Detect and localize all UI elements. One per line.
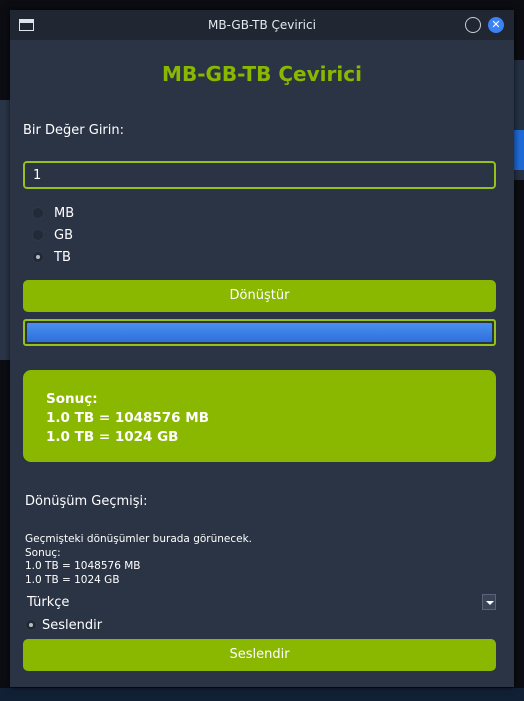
- minimize-button[interactable]: [465, 17, 481, 33]
- unit-radio-mb[interactable]: MB: [32, 205, 74, 221]
- close-icon: ✕: [491, 18, 501, 31]
- progress-bar: [23, 319, 496, 346]
- result-line-gb: 1.0 TB = 1024 GB: [46, 429, 179, 445]
- speak-radio-label: Seslendir: [42, 617, 103, 633]
- background-glow: [0, 688, 524, 701]
- result-panel: Sonuç: 1.0 TB = 1048576 MB 1.0 TB = 1024…: [23, 370, 496, 462]
- speak-radio[interactable]: Seslendir: [25, 617, 102, 633]
- close-button[interactable]: ✕: [488, 17, 504, 33]
- title-bar[interactable]: MB-GB-TB Çevirici ✕: [10, 10, 514, 40]
- progress-fill: [27, 323, 492, 342]
- language-select-value: Türkçe: [27, 595, 70, 610]
- radio-circle[interactable]: [25, 619, 37, 631]
- unit-radio-label: MB: [54, 205, 75, 221]
- history-line: Sonuç:: [25, 546, 61, 559]
- app-window: MB-GB-TB Çevirici ✕ MB-GB-TB Çevirici Bi…: [10, 10, 514, 687]
- background-stripe: [0, 100, 10, 360]
- background-glow: [514, 130, 524, 170]
- window-title: MB-GB-TB Çevirici: [208, 18, 316, 32]
- page-title: MB-GB-TB Çevirici: [162, 62, 362, 86]
- unit-radio-tb[interactable]: TB: [32, 249, 71, 265]
- radio-circle[interactable]: [32, 251, 44, 263]
- language-select[interactable]: Türkçe: [23, 593, 496, 613]
- result-line-mb: 1.0 TB = 1048576 MB: [46, 410, 210, 426]
- unit-radio-gb[interactable]: GB: [32, 227, 73, 243]
- chevron-down-icon[interactable]: [482, 594, 496, 610]
- convert-button[interactable]: Dönüştür: [23, 280, 496, 312]
- input-label: Bir Değer Girin:: [23, 123, 125, 138]
- unit-radio-label: TB: [54, 249, 71, 265]
- history-title: Dönüşüm Geçmişi:: [25, 494, 148, 509]
- result-title: Sonuç:: [46, 391, 98, 407]
- unit-radio-label: GB: [54, 227, 73, 243]
- radio-circle[interactable]: [32, 207, 44, 219]
- history-line: 1.0 TB = 1024 GB: [25, 573, 120, 586]
- history-line: 1.0 TB = 1048576 MB: [25, 560, 141, 572]
- radio-circle[interactable]: [32, 229, 44, 241]
- speak-button[interactable]: Seslendir: [23, 639, 496, 671]
- history-log: Geçmişteki dönüşümler burada görünecek. …: [25, 533, 252, 587]
- history-line: Geçmişteki dönüşümler burada görünecek.: [25, 533, 253, 545]
- value-input[interactable]: [23, 161, 496, 189]
